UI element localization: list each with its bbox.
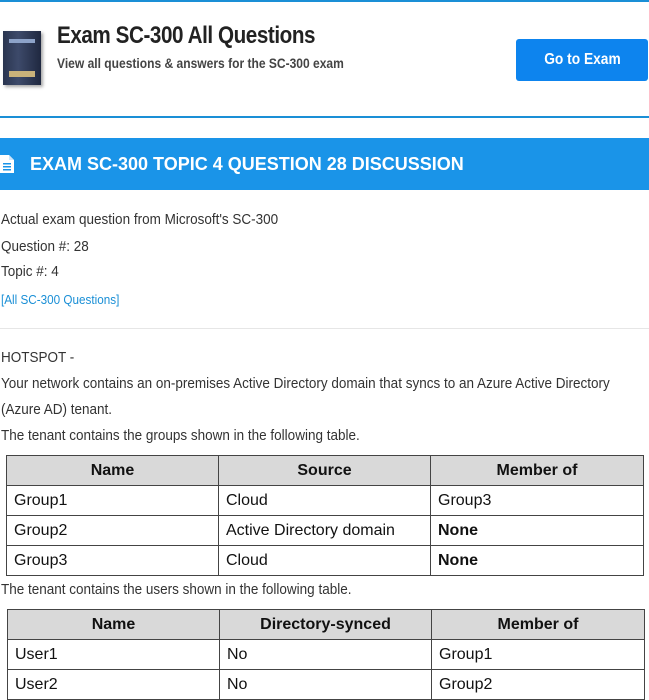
go-to-exam-button[interactable]: Go to Exam (516, 39, 648, 81)
column-header: Member of (431, 609, 645, 640)
column-header: Member of (430, 455, 644, 486)
header-divider (0, 116, 649, 118)
question-line-1: Your network contains an on-premises Act… (1, 375, 610, 392)
column-header: Name (7, 609, 220, 640)
groups-table: Name Source Member of Group1 Cloud Group… (6, 455, 644, 576)
table-cell: Group3 (6, 545, 219, 576)
users-table: Name Directory-synced Member of User1 No… (7, 609, 645, 700)
table-cell: User1 (7, 639, 220, 670)
table-cell: Group1 (431, 639, 645, 670)
table-cell: Group3 (430, 485, 644, 516)
exam-source-text: Actual exam question from Microsoft's SC… (1, 211, 279, 228)
groups-intro: The tenant contains the groups shown in … (1, 427, 360, 444)
exam-book-icon (3, 31, 41, 85)
table-cell: Cloud (218, 545, 431, 576)
table-row: Group2 Active Directory domain None (6, 515, 644, 546)
question-type: HOTSPOT - (1, 349, 75, 366)
exam-header: Exam SC-300 All Questions View all quest… (0, 2, 649, 116)
section-divider (0, 328, 649, 329)
table-cell: Active Directory domain (218, 515, 431, 546)
question-number: Question #: 28 (1, 238, 89, 255)
table-header-row: Name Source Member of (6, 455, 644, 486)
question-line-2: (Azure AD) tenant. (1, 401, 113, 418)
table-cell: No (219, 669, 432, 700)
table-cell: Group1 (6, 485, 219, 516)
table-row: User1 No Group1 (7, 639, 645, 670)
column-header: Name (6, 455, 219, 486)
users-intro: The tenant contains the users shown in t… (1, 581, 352, 598)
table-header-row: Name Directory-synced Member of (7, 609, 645, 640)
document-icon (0, 155, 14, 173)
discussion-banner: EXAM SC-300 TOPIC 4 QUESTION 28 DISCUSSI… (0, 138, 649, 190)
table-cell: None (430, 515, 644, 546)
exam-subtitle: View all questions & answers for the SC-… (57, 55, 344, 71)
column-header: Source (218, 455, 431, 486)
go-to-exam-label: Go to Exam (543, 51, 621, 68)
table-cell: Group2 (431, 669, 645, 700)
table-cell: User2 (7, 669, 220, 700)
table-cell: Group2 (6, 515, 219, 546)
table-cell: Cloud (218, 485, 431, 516)
exam-title: Exam SC-300 All Questions (57, 22, 316, 49)
discussion-title: EXAM SC-300 TOPIC 4 QUESTION 28 DISCUSSI… (30, 154, 464, 174)
all-questions-link[interactable]: [All SC-300 Questions] (1, 292, 119, 307)
table-row: Group1 Cloud Group3 (6, 485, 644, 516)
topic-number: Topic #: 4 (1, 263, 59, 280)
column-header: Directory-synced (219, 609, 432, 640)
table-row: Group3 Cloud None (6, 545, 644, 576)
table-cell: None (430, 545, 644, 576)
table-cell: No (219, 639, 432, 670)
table-row: User2 No Group2 (7, 669, 645, 700)
